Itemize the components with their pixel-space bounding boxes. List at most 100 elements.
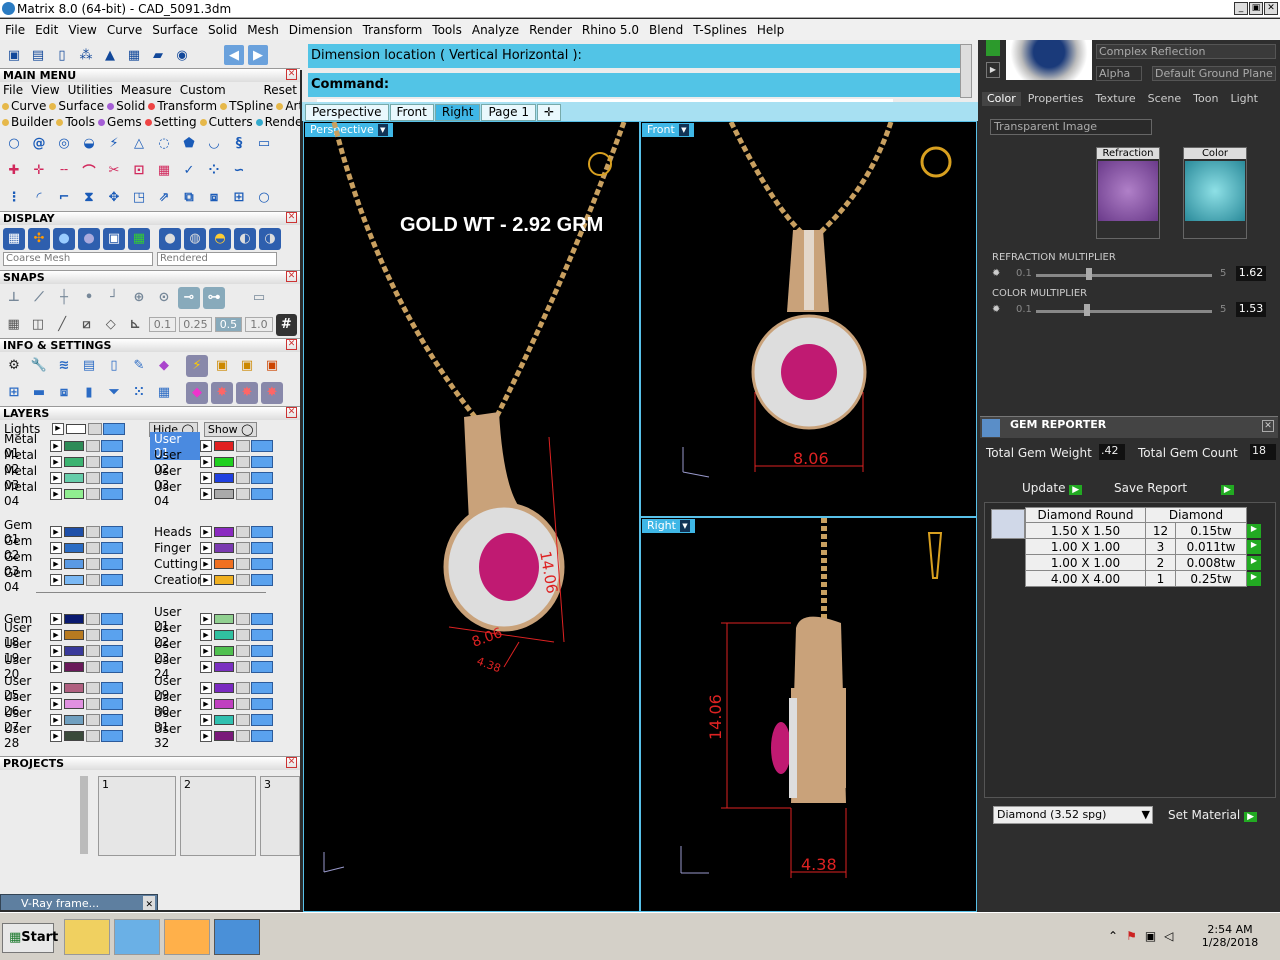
layer-row[interactable]: User 20 ▶ [0, 653, 123, 681]
close-icon[interactable]: ✕ [286, 407, 297, 418]
layer-row[interactable]: User 28 ▶ [0, 722, 123, 750]
layer-color-swatch[interactable] [64, 630, 84, 640]
layer-arrow-icon[interactable]: ▶ [200, 661, 212, 673]
layer-color-swatch[interactable] [214, 614, 234, 624]
fillet-tool-icon[interactable]: ▦ [153, 160, 175, 182]
visibility-toggle[interactable] [101, 714, 123, 726]
layer-color-swatch[interactable] [64, 715, 84, 725]
lock-icon[interactable] [86, 456, 100, 468]
visibility-toggle[interactable] [101, 558, 123, 570]
rect-tool-icon[interactable]: ▭ [253, 133, 275, 155]
snap-near-icon[interactable]: ⟋ [28, 287, 50, 309]
menu-analyze[interactable]: Analyze [467, 23, 524, 37]
visibility-toggle[interactable] [251, 526, 273, 538]
table-row[interactable]: 1.00 X 1.00 2 0.008tw [1025, 554, 1247, 571]
layer-row[interactable]: Heads ▶ [150, 524, 273, 540]
array-tool-icon[interactable]: ⇗ [153, 187, 175, 209]
layer-arrow-icon[interactable]: ▶ [50, 629, 62, 641]
layer-color-swatch[interactable] [214, 543, 234, 553]
ring-tool-icon[interactable]: ◎ [53, 133, 75, 155]
cat-surface[interactable]: Surface [49, 99, 104, 113]
points-icon[interactable]: ⁂ [76, 45, 96, 65]
close-icon[interactable]: ✕ [286, 212, 297, 223]
table-row[interactable]: 4.00 X 4.00 1 0.25tw [1025, 570, 1247, 587]
close-icon[interactable]: ✕ [1262, 420, 1274, 432]
lock-icon[interactable] [86, 488, 100, 500]
layer-color-swatch[interactable] [64, 473, 84, 483]
tray-flag-icon[interactable]: ⚑ [1126, 929, 1145, 943]
layer-row[interactable]: Finger ▶ [150, 540, 273, 556]
menu-tsplines[interactable]: T-Splines [688, 23, 752, 37]
frame2-icon[interactable]: ▣ [236, 355, 258, 377]
expand-icon[interactable]: ▶ [986, 62, 1000, 78]
viewport-front[interactable]: Front ▼ 8.06 [640, 121, 977, 517]
cat-solid[interactable]: Solid [107, 99, 145, 113]
tray-chevron-icon[interactable]: ⌃ [1108, 929, 1126, 943]
snap-val-1[interactable]: 0.1 [148, 317, 177, 332]
lock-icon[interactable] [236, 682, 250, 694]
visibility-toggle[interactable] [101, 682, 123, 694]
snap-val-4[interactable]: 1.0 [245, 317, 273, 332]
grid-snap-icon[interactable]: ▦ [3, 314, 24, 336]
visibility-toggle[interactable] [101, 698, 123, 710]
join-tool-icon[interactable]: ⧉ [178, 187, 200, 209]
visibility-toggle[interactable] [101, 629, 123, 641]
doc-icon[interactable]: ▯ [103, 355, 125, 377]
visibility-toggle[interactable] [251, 613, 273, 625]
visibility-toggle[interactable] [101, 456, 123, 468]
close-icon[interactable]: ✕ [286, 271, 297, 282]
lock-icon[interactable] [236, 542, 250, 554]
layer-color-swatch[interactable] [214, 559, 234, 569]
pipe-tool-icon[interactable]: ∽ [228, 160, 250, 182]
lock-icon[interactable] [236, 456, 250, 468]
layer-color-swatch[interactable] [214, 662, 234, 672]
layer-arrow-icon[interactable]: ▶ [50, 574, 62, 586]
visibility-toggle[interactable] [101, 730, 123, 742]
layer-arrow-icon[interactable]: ▶ [200, 682, 212, 694]
shaded-icon[interactable]: ✣ [28, 227, 50, 250]
loft-tool-icon[interactable]: ◒ [78, 133, 100, 155]
lock-icon[interactable] [86, 629, 100, 641]
back-arrow-icon[interactable]: ◀ [224, 45, 244, 65]
mm-custom[interactable]: Custom [180, 83, 226, 97]
folder-icon[interactable]: ▰ [148, 45, 168, 65]
snap-point-icon[interactable]: ┼ [53, 287, 75, 309]
wrench-icon[interactable]: 🔧 [28, 355, 50, 377]
curve2-tool-icon[interactable]: ⌐ [53, 187, 75, 209]
layer-color-swatch[interactable] [64, 457, 84, 467]
mirror-tool-icon[interactable]: ⧗ [78, 187, 100, 209]
arc2-tool-icon[interactable]: ◜ [28, 187, 50, 209]
lock-icon[interactable] [86, 526, 100, 538]
scatter-tool-icon[interactable]: ⁘ [203, 160, 225, 182]
snap-box-icon[interactable]: ▭ [248, 287, 270, 309]
mm-file[interactable]: File [3, 83, 23, 97]
check-tool-icon[interactable]: ✓ [178, 160, 200, 182]
circle-tool-icon[interactable]: ○ [3, 133, 25, 155]
menu-tools[interactable]: Tools [427, 23, 467, 37]
layer-color-swatch[interactable] [214, 575, 234, 585]
lock-icon[interactable] [236, 698, 250, 710]
lock-icon[interactable] [86, 542, 100, 554]
refraction-slider[interactable] [1036, 274, 1212, 277]
layers-icon[interactable]: ≋ [53, 355, 75, 377]
gem-row-go-icon[interactable]: ▶ [1247, 572, 1261, 586]
mesh-select[interactable]: Coarse Mesh [3, 252, 153, 266]
refraction-preview[interactable] [1098, 161, 1158, 221]
tab-texture[interactable]: Texture [1090, 92, 1140, 106]
layer-arrow-icon[interactable]: ▶ [200, 613, 212, 625]
mm-reset[interactable]: Reset [263, 83, 297, 97]
layer-color-swatch[interactable] [214, 473, 234, 483]
visibility-toggle[interactable] [101, 661, 123, 673]
cat-cutters[interactable]: Cutters [199, 115, 253, 129]
layer-color-swatch[interactable] [214, 683, 234, 693]
matrix-taskbar-icon[interactable] [214, 919, 260, 955]
layer-color-swatch[interactable] [214, 527, 234, 537]
visibility-toggle[interactable] [251, 440, 273, 452]
tab-front[interactable]: Front [389, 104, 434, 121]
layer-color-swatch[interactable] [64, 731, 84, 741]
menu-view[interactable]: View [63, 23, 101, 37]
snap-int-icon[interactable]: ⊕ [128, 287, 150, 309]
restore-button[interactable]: ▣ [1249, 2, 1263, 15]
lock-icon[interactable] [236, 714, 250, 726]
snap-end-icon[interactable]: ⊥ [3, 287, 25, 309]
